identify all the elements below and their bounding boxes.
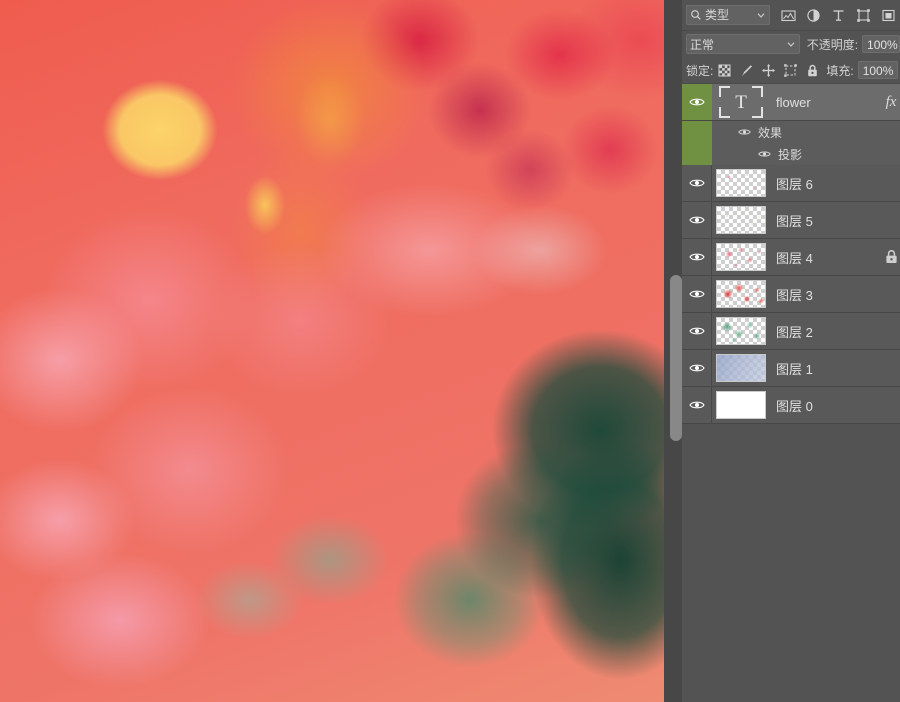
layer-thumbnail-0[interactable] xyxy=(716,391,766,419)
layer-row-3[interactable]: 图层 3 xyxy=(682,276,900,313)
layer-filter-bar: 类型 xyxy=(682,0,900,31)
layer-name-5: 图层 5 xyxy=(776,213,813,229)
layer-name-1: 图层 1 xyxy=(776,361,813,377)
layer-name-6: 图层 6 xyxy=(776,176,813,192)
eye-icon xyxy=(688,216,705,224)
layer-row-2[interactable]: 图层 2 xyxy=(682,313,900,350)
search-icon xyxy=(691,10,701,20)
layer-thumbnail-5[interactable] xyxy=(716,206,766,234)
document-scrollbar-thumb[interactable] xyxy=(670,275,682,441)
lock-artboard-nesting-icon[interactable] xyxy=(783,63,798,78)
filter-shape-layers-icon[interactable] xyxy=(856,8,871,23)
document-scrollbar-track[interactable] xyxy=(667,0,682,702)
layer-thumbnail-type[interactable]: T xyxy=(716,86,766,118)
opacity-input[interactable]: 100% xyxy=(862,35,900,53)
lock-image-pixels-icon[interactable] xyxy=(739,63,754,78)
blend-mode-select[interactable]: 正常 xyxy=(686,34,800,54)
layer-thumbnail-1[interactable] xyxy=(716,354,766,382)
eye-icon[interactable] xyxy=(758,149,771,159)
blend-mode-value: 正常 xyxy=(690,37,715,52)
chevron-down-icon[interactable] xyxy=(786,39,796,49)
lock-icon xyxy=(885,250,897,263)
layer-thumbnail-4[interactable] xyxy=(716,243,766,271)
layer-row-4[interactable]: 图层 4 xyxy=(682,239,900,276)
layer-effects-badge[interactable]: fx xyxy=(882,93,900,111)
visibility-toggle-layer-0[interactable] xyxy=(682,387,712,423)
lock-row: 锁定: 填充: 100% xyxy=(682,57,900,84)
eye-icon xyxy=(689,98,705,106)
filter-adjustment-layers-icon[interactable] xyxy=(806,8,821,23)
watercolor-artwork xyxy=(0,0,664,702)
fill-label: 填充: xyxy=(826,63,854,78)
layer-effect-row-drop-shadow[interactable]: 投影 xyxy=(682,143,900,165)
fill-input[interactable]: 100% xyxy=(857,61,899,79)
layer-row-flower[interactable]: T flower fx xyxy=(682,84,900,121)
layer-filter-icon-group xyxy=(781,8,896,23)
eye-icon xyxy=(688,290,705,298)
visibility-toggle-layer-6[interactable] xyxy=(682,165,712,201)
layers-panel-empty-area xyxy=(682,424,900,690)
layer-thumbnail-3[interactable] xyxy=(716,280,766,308)
visibility-toggle-layer-2[interactable] xyxy=(682,313,712,349)
eye-icon xyxy=(688,179,705,187)
layer-row-6[interactable]: 图层 6 xyxy=(682,165,900,202)
layer-filter-type-value: 类型 xyxy=(705,8,730,22)
eye-icon xyxy=(688,364,705,372)
eye-icon xyxy=(688,327,705,335)
visibility-toggle-layer-5[interactable] xyxy=(682,202,712,238)
layer-thumbnail-2[interactable] xyxy=(716,317,766,345)
layer-row-1[interactable]: 图层 1 xyxy=(682,350,900,387)
document-canvas[interactable] xyxy=(0,0,664,702)
document-gutter xyxy=(664,0,682,702)
lock-icon-group xyxy=(717,63,820,78)
eye-icon xyxy=(688,253,705,261)
lock-position-icon[interactable] xyxy=(761,63,776,78)
layer-effects-header-row[interactable]: 效果 xyxy=(682,121,900,143)
layer-row-5[interactable]: 图层 5 xyxy=(682,202,900,239)
type-layer-glyph: T xyxy=(735,91,747,113)
visibility-toggle-effects-spacer xyxy=(682,121,712,143)
layer-filter-type-select[interactable]: 类型 xyxy=(686,5,770,25)
layer-list: T flower fx 效果 投影 图层 6 图层 5 图层 4 图层 3 图层… xyxy=(682,84,900,424)
layers-panel: 类型 正常 不透明度: 100% 锁定: 填充: 100% T flower f… xyxy=(682,0,900,702)
effects-group-label: 效果 xyxy=(758,125,783,140)
filter-type-layers-icon[interactable] xyxy=(831,8,846,23)
visibility-toggle-flower[interactable] xyxy=(682,84,712,120)
layer-thumbnail-6[interactable] xyxy=(716,169,766,197)
filter-smart-object-icon[interactable] xyxy=(881,8,896,23)
visibility-toggle-layer-1[interactable] xyxy=(682,350,712,386)
layer-name-0: 图层 0 xyxy=(776,398,813,414)
chevron-down-icon[interactable] xyxy=(756,10,766,20)
visibility-toggle-layer-3[interactable] xyxy=(682,276,712,312)
layer-name-2: 图层 2 xyxy=(776,324,813,340)
opacity-label: 不透明度: xyxy=(806,37,859,52)
visibility-toggle-layer-4[interactable] xyxy=(682,239,712,275)
lock-label: 锁定: xyxy=(686,63,714,78)
filter-pixel-layers-icon[interactable] xyxy=(781,8,796,23)
layer-name-3: 图层 3 xyxy=(776,287,813,303)
eye-icon[interactable] xyxy=(738,127,751,137)
visibility-toggle-drop-shadow-spacer xyxy=(682,143,712,165)
photoshop-window: 类型 正常 不透明度: 100% 锁定: 填充: 100% T flower f… xyxy=(0,0,900,702)
lock-all-icon[interactable] xyxy=(805,63,820,78)
layer-row-0[interactable]: 图层 0 xyxy=(682,387,900,424)
eye-icon xyxy=(688,401,705,409)
layer-lock-badge[interactable] xyxy=(882,248,900,266)
blend-mode-row: 正常 不透明度: 100% xyxy=(682,31,900,57)
lock-transparent-pixels-icon[interactable] xyxy=(717,63,732,78)
effect-label-drop-shadow: 投影 xyxy=(778,147,803,162)
